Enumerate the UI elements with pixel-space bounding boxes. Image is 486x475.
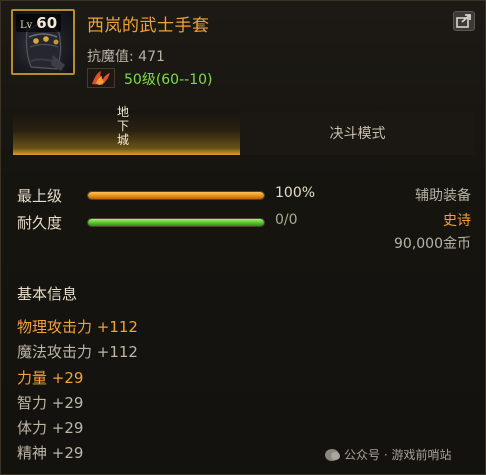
basic-info-title: 基本信息: [17, 285, 78, 303]
share-icon: [456, 14, 471, 28]
level-range: 50级(60--10): [124, 72, 213, 88]
item-name: 西岚的武士手套: [87, 16, 210, 36]
equip-type: 辅助装备: [415, 188, 471, 204]
level-number: 60: [36, 14, 58, 32]
item-icon-glove: Lv 60: [11, 9, 75, 75]
attr-magic-attack: 魔法攻击力 +112: [17, 343, 138, 361]
attr-strength: 力量 +29: [17, 369, 84, 387]
attr-vitality: 体力 +29: [17, 419, 84, 437]
item-tooltip-panel: Lv 60 西岚的武士手套 抗魔值: 471 50级(60--10) 地下城 决…: [0, 0, 486, 475]
watermark-text: 公众号 · 游戏前哨站: [344, 448, 452, 462]
durability-label: 耐久度: [17, 214, 63, 232]
tab-duel[interactable]: 决斗模式: [240, 111, 475, 155]
magic-resistance: 抗魔值: 471: [87, 49, 165, 65]
rarity-label: 史诗: [443, 213, 471, 229]
mode-tabs: 地下城 决斗模式: [13, 105, 475, 155]
durability-bar: [87, 218, 265, 227]
upgrade-bar-fill: [88, 192, 264, 199]
sell-price: 90,000金币: [394, 236, 471, 252]
level-label: Lv: [20, 20, 33, 31]
durability-bar-fill: [88, 219, 264, 226]
tab-dungeon[interactable]: 地下城: [13, 105, 240, 155]
watermark: 公众号 · 游戏前哨站: [325, 446, 451, 463]
tab-duel-label: 决斗模式: [329, 126, 386, 142]
wechat-icon: [325, 448, 340, 461]
durability-value: 0/0: [275, 212, 298, 228]
attr-physical-attack: 物理攻击力 +112: [17, 318, 138, 336]
dungeon-wing-icon: [87, 68, 115, 88]
upgrade-bar: [87, 191, 265, 200]
upgrade-value: 100%: [275, 185, 316, 201]
upgrade-label: 最上级: [17, 187, 63, 205]
share-button[interactable]: [453, 11, 475, 31]
durability-row: 耐久度 0/0: [17, 212, 347, 234]
upgrade-row: 最上级 100%: [17, 185, 347, 207]
attr-spirit: 精神 +29: [17, 444, 84, 462]
attr-intelligence: 智力 +29: [17, 394, 84, 412]
tab-dungeon-label: 地下城: [116, 105, 129, 147]
level-badge: Lv 60: [16, 14, 62, 32]
